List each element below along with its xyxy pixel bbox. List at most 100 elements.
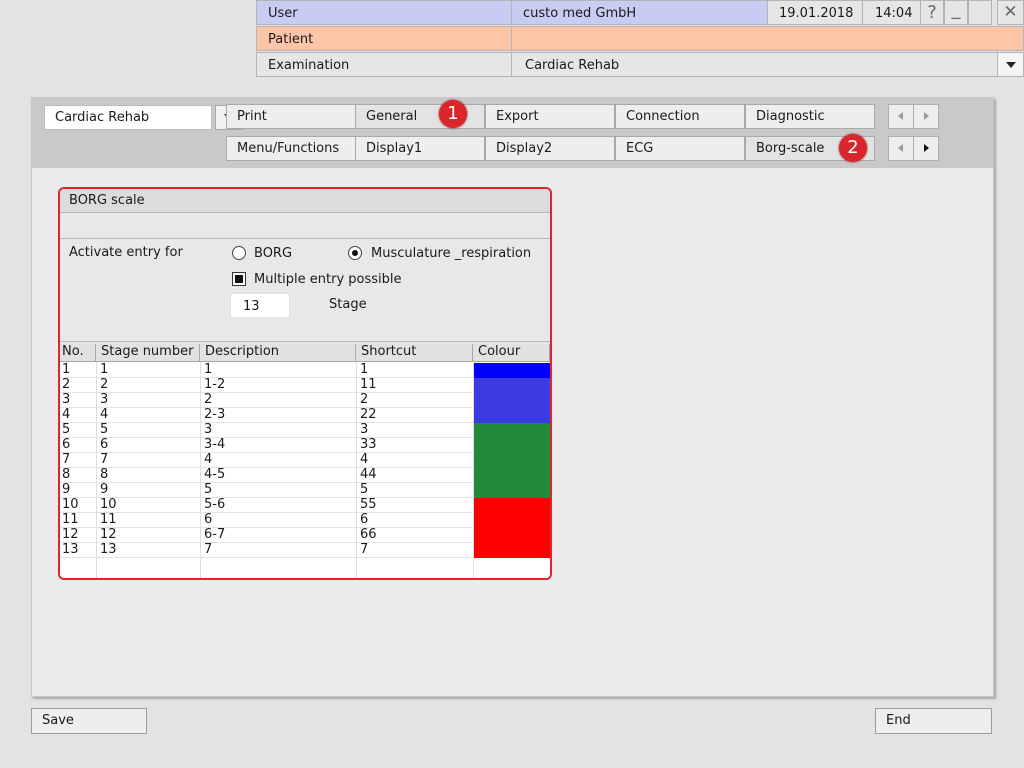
- table-cell-no: 13: [62, 542, 79, 557]
- examination-dropdown-button[interactable]: [997, 52, 1024, 77]
- table-cell-desc: 1-2: [204, 377, 226, 392]
- table-cell-stage: 9: [100, 482, 109, 497]
- multiple-entry-label[interactable]: Multiple entry possible: [254, 272, 402, 287]
- tabs-row1-next-button[interactable]: [913, 104, 939, 129]
- activate-entry-label: Activate entry for: [69, 245, 183, 260]
- table-cell-shortcut: 66: [360, 527, 377, 542]
- table-row[interactable]: 1 1 1 1: [60, 363, 550, 378]
- table-cell-no: 5: [62, 422, 71, 437]
- column-header-shortcut[interactable]: Shortcut: [356, 344, 473, 362]
- stage-count-input[interactable]: 13: [230, 293, 290, 318]
- tab-display1[interactable]: Display1: [355, 136, 485, 161]
- table-cell-no: 7: [62, 452, 71, 467]
- end-button[interactable]: End: [875, 708, 992, 734]
- settings-panel: Cardiac Rehab Print General Export Conne…: [31, 97, 994, 697]
- table-cell-desc: 4: [204, 452, 213, 467]
- colour-swatch[interactable]: [474, 453, 550, 468]
- help-button[interactable]: ?: [920, 0, 944, 25]
- radio-borg-label[interactable]: BORG: [254, 246, 292, 261]
- table-cell-desc: 7: [204, 542, 213, 557]
- tabs-row1-prev-button[interactable]: [888, 104, 914, 129]
- examination-value: Cardiac Rehab: [511, 52, 998, 77]
- colour-swatch[interactable]: [474, 393, 550, 408]
- table-cell-stage: 4: [100, 407, 109, 422]
- table-cell-stage: 2: [100, 377, 109, 392]
- examination-label: Examination: [256, 52, 512, 77]
- colour-swatch[interactable]: [474, 438, 550, 453]
- table-row[interactable]: 2 2 1-2 11: [60, 378, 550, 393]
- table-row[interactable]: 8 8 4-5 44: [60, 468, 550, 483]
- table-cell-no: 11: [62, 512, 79, 527]
- tab-print[interactable]: Print: [226, 104, 356, 129]
- colour-swatch[interactable]: [474, 528, 550, 543]
- table-cell-stage: 8: [100, 467, 109, 482]
- table-cell-no: 12: [62, 527, 79, 542]
- column-header-description[interactable]: Description: [200, 344, 356, 362]
- patient-value: [511, 26, 1024, 51]
- table-cell-stage: 5: [100, 422, 109, 437]
- blank-button[interactable]: [968, 0, 992, 25]
- tab-menu-functions[interactable]: Menu/Functions: [226, 136, 356, 161]
- table-row[interactable]: 4 4 2-3 22: [60, 408, 550, 423]
- table-row[interactable]: 5 5 3 3: [60, 423, 550, 438]
- stage-label: Stage: [329, 297, 367, 312]
- tab-ecg[interactable]: ECG: [615, 136, 745, 161]
- column-header-colour[interactable]: Colour: [473, 344, 550, 362]
- examination-selector[interactable]: Cardiac Rehab: [44, 105, 212, 130]
- tab-export[interactable]: Export: [485, 104, 615, 129]
- radio-musculature-respiration[interactable]: [348, 246, 362, 260]
- close-button[interactable]: ✕: [997, 0, 1024, 25]
- colour-swatch[interactable]: [474, 468, 550, 483]
- table-cell-no: 2: [62, 377, 71, 392]
- table-cell-stage: 11: [100, 512, 117, 527]
- colour-swatch[interactable]: [474, 423, 550, 438]
- table-cell-no: 8: [62, 467, 71, 482]
- table-cell-shortcut: 2: [360, 392, 369, 407]
- table-row[interactable]: 3 3 2 2: [60, 393, 550, 408]
- arrow-right-icon: [924, 112, 929, 120]
- arrow-left-icon: [898, 112, 903, 120]
- table-row[interactable]: 10 10 5-6 55: [60, 498, 550, 513]
- tabs-row2-next-button[interactable]: [913, 136, 939, 161]
- save-button[interactable]: Save: [31, 708, 147, 734]
- patient-label: Patient: [256, 26, 512, 51]
- column-header-stage-number[interactable]: Stage number: [96, 344, 200, 362]
- table-row[interactable]: 13 13 7 7: [60, 543, 550, 558]
- table-cell-stage: 7: [100, 452, 109, 467]
- colour-swatch[interactable]: [474, 408, 550, 423]
- table-row[interactable]: 12 12 6-7 66: [60, 528, 550, 543]
- table-cell-no: 4: [62, 407, 71, 422]
- table-cell-stage: 1: [100, 362, 109, 377]
- tab-display2[interactable]: Display2: [485, 136, 615, 161]
- table-cell-shortcut: 6: [360, 512, 369, 527]
- column-header-no[interactable]: No.: [60, 344, 96, 362]
- table-row[interactable]: 7 7 4 4: [60, 453, 550, 468]
- colour-swatch[interactable]: [474, 483, 550, 498]
- divider: [60, 238, 550, 239]
- colour-swatch[interactable]: [474, 543, 550, 558]
- table-cell-shortcut: 44: [360, 467, 377, 482]
- colour-swatch[interactable]: [474, 498, 550, 513]
- table-row[interactable]: 9 9 5 5: [60, 483, 550, 498]
- table-cell-shortcut: 33: [360, 437, 377, 452]
- table-cell-desc: 3: [204, 422, 213, 437]
- multiple-entry-checkbox[interactable]: [232, 272, 246, 286]
- table-cell-desc: 2: [204, 392, 213, 407]
- colour-swatch[interactable]: [474, 363, 550, 378]
- table-row[interactable]: 6 6 3-4 33: [60, 438, 550, 453]
- annotation-badge-1: 1: [439, 100, 467, 128]
- minimize-button[interactable]: _: [944, 0, 968, 25]
- tabs-row2-prev-button[interactable]: [888, 136, 914, 161]
- colour-swatch[interactable]: [474, 513, 550, 528]
- table-row[interactable]: 11 11 6 6: [60, 513, 550, 528]
- borg-stage-table: No. Stage number Description Shortcut Co…: [60, 344, 550, 578]
- table-cell-no: 9: [62, 482, 71, 497]
- table-cell-no: 3: [62, 392, 71, 407]
- radio-borg[interactable]: [232, 246, 246, 260]
- tab-connection[interactable]: Connection: [615, 104, 745, 129]
- radio-musculature-respiration-label[interactable]: Musculature _respiration: [371, 246, 531, 261]
- table-cell-shortcut: 11: [360, 377, 377, 392]
- colour-swatch[interactable]: [474, 378, 550, 393]
- tab-diagnostic[interactable]: Diagnostic: [745, 104, 875, 129]
- table-cell-shortcut: 1: [360, 362, 369, 377]
